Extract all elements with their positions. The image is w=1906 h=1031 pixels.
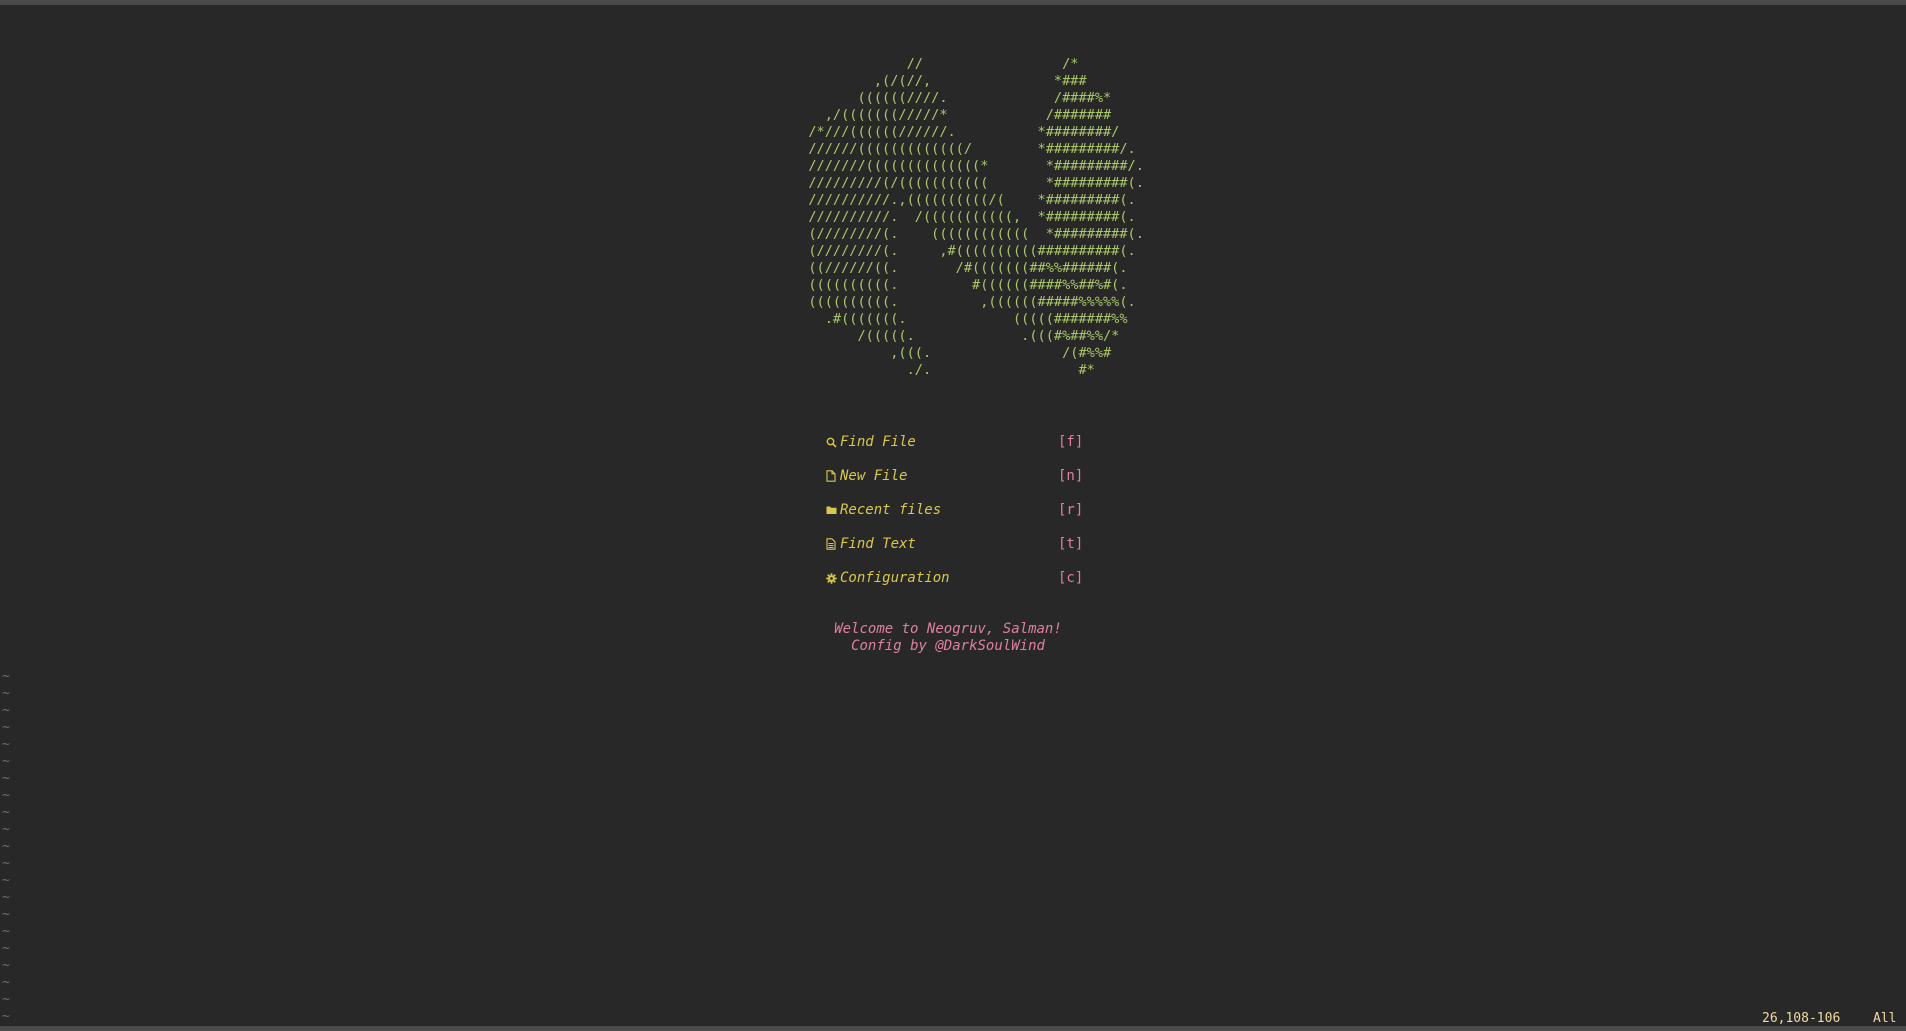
menu-label-recent-files: Recent files — [840, 502, 942, 518]
menu-key-recent-files: [r] — [1058, 502, 1084, 518]
dashboard-footer: Welcome to Neogruv, Salman! Config by @D… — [648, 621, 1248, 655]
menu-item-find-file[interactable]: Find File [f] — [824, 432, 1084, 466]
ascii-logo: // /* ,(/(//, *### ((((((////. /####%* ,… — [808, 56, 1144, 378]
file-icon — [824, 468, 838, 484]
menu-item-new-file[interactable]: New File [n] — [824, 466, 1084, 500]
folder-icon — [824, 502, 838, 518]
search-icon — [824, 434, 838, 450]
welcome-message: Welcome to Neogruv, Salman! — [834, 621, 1062, 637]
cursor-position: 26,108-106 — [1762, 1011, 1841, 1026]
scroll-indicator: All — [1873, 1011, 1897, 1026]
menu-item-find-text[interactable]: Find Text [t] — [824, 534, 1084, 568]
config-credit: Config by @DarkSoulWind — [851, 638, 1045, 654]
menu-key-configuration: [c] — [1058, 570, 1084, 586]
dashboard-menu: Find File [f] New File [n] Recent files … — [824, 432, 1084, 602]
menu-label-find-text: Find Text — [840, 536, 916, 552]
menu-key-find-text: [t] — [1058, 536, 1084, 552]
menu-key-new-file: [n] — [1058, 468, 1084, 484]
menu-label-configuration: Configuration — [840, 570, 950, 586]
menu-label-find-file: Find File — [840, 434, 916, 450]
gear-icon — [824, 570, 838, 586]
menu-label-new-file: New File — [840, 468, 908, 484]
menu-item-configuration[interactable]: Configuration [c] — [824, 568, 1084, 602]
empty-line-markers: ~ ~ ~ ~ ~ ~ ~ ~ ~ ~ ~ ~ ~ ~ ~ ~ ~ ~ ~ ~ … — [2, 669, 10, 1024]
menu-key-find-file: [f] — [1058, 434, 1084, 450]
text-file-icon — [824, 536, 838, 552]
neovim-window: // /* ,(/(//, *### ((((((////. /####%* ,… — [0, 0, 1906, 1031]
menu-item-recent-files[interactable]: Recent files [r] — [824, 500, 1084, 534]
